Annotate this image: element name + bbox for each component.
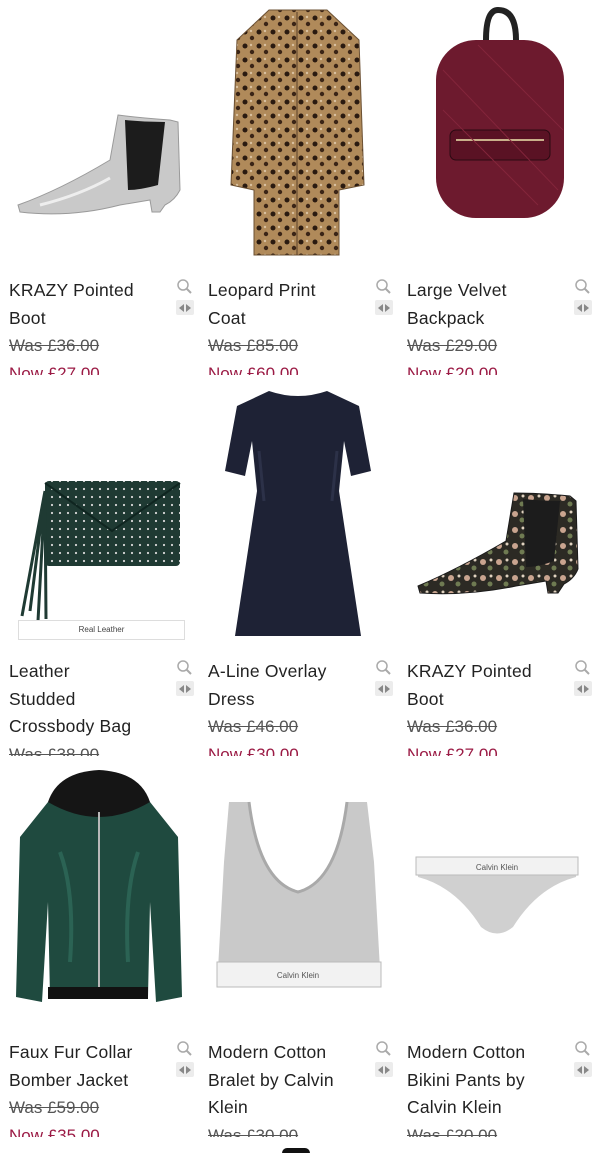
now-price: Now £27.00 (407, 744, 498, 757)
product-name-line[interactable]: Modern Cotton (407, 1039, 567, 1067)
zoom-icon[interactable] (375, 659, 391, 675)
leopard-coat-icon (230, 9, 365, 256)
was-price: Was £20.00 (407, 1125, 498, 1138)
product-card[interactable]: Calvin Klein Modern Cotton Bikini Pants … (398, 762, 596, 1142)
product-name-line[interactable]: Leopard Print (208, 277, 368, 305)
product-image[interactable] (0, 762, 198, 1027)
product-name-line[interactable]: Bikini Pants by (407, 1067, 567, 1095)
image-switch-arrows[interactable] (176, 681, 194, 696)
was-price: Was £85.00 (208, 336, 299, 355)
image-switch-arrows[interactable] (375, 681, 393, 696)
product-image[interactable] (0, 0, 198, 265)
product-name-line[interactable]: Modern Cotton (208, 1039, 368, 1067)
product-name-line[interactable]: Bralet by Calvin (208, 1067, 368, 1095)
product-name-line[interactable]: Bomber Jacket (9, 1067, 169, 1095)
image-switch-arrows[interactable] (375, 1062, 393, 1077)
grey-bikini-icon: Calvin Klein (415, 856, 579, 934)
was-price: Was £36.00 (407, 717, 498, 736)
silver-boot-icon (17, 114, 181, 215)
grey-bralet-icon: Calvin Klein (216, 801, 382, 988)
was-price: Was £36.00 (9, 336, 100, 355)
product-card[interactable]: KRAZY Pointed Boot Was £36.00 Now £27.00 (0, 0, 198, 380)
product-card[interactable]: Real Leather Leather Studded Crossbody B… (0, 381, 198, 761)
product-image[interactable] (199, 0, 397, 265)
zoom-icon[interactable] (176, 659, 192, 675)
studded-bag-icon (20, 481, 181, 622)
brand-band-text: Calvin Klein (476, 863, 518, 872)
zoom-icon[interactable] (574, 278, 590, 294)
image-switch-arrows[interactable] (176, 1062, 194, 1077)
product-card[interactable]: Leopard Print Coat Was £85.00 Now £60.00 (199, 0, 397, 380)
zoom-icon[interactable] (176, 1040, 192, 1056)
was-price: Was £29.00 (407, 336, 498, 355)
product-name-line[interactable]: A-Line Overlay (208, 658, 368, 686)
image-switch-arrows[interactable] (176, 300, 194, 315)
image-switch-arrows[interactable] (375, 300, 393, 315)
scroll-indicator (282, 1148, 310, 1153)
product-name-line[interactable]: Crossbody Bag (9, 713, 169, 741)
now-price: Now £20.00 (407, 363, 498, 376)
was-price: Was £30.00 (208, 1125, 299, 1138)
zoom-icon[interactable] (375, 1040, 391, 1056)
product-name-line[interactable]: Backpack (407, 305, 567, 333)
product-image[interactable]: Calvin Klein (199, 762, 397, 1027)
zoom-icon[interactable] (176, 278, 192, 294)
product-card[interactable]: Faux Fur Collar Bomber Jacket Was £59.00… (0, 762, 198, 1142)
product-image[interactable]: Real Leather (0, 381, 198, 646)
product-name-line[interactable]: KRAZY Pointed (9, 277, 169, 305)
now-price: Now £30.00 (208, 744, 299, 757)
product-name-line[interactable]: Boot (9, 305, 169, 333)
product-image[interactable] (199, 381, 397, 646)
product-image[interactable] (398, 381, 596, 646)
material-tag: Real Leather (18, 620, 185, 640)
product-name-line[interactable]: Leather (9, 658, 169, 686)
product-name-line[interactable]: Faux Fur Collar (9, 1039, 169, 1067)
zoom-icon[interactable] (574, 1040, 590, 1056)
product-name-line[interactable]: Large Velvet (407, 277, 567, 305)
brand-band-text: Calvin Klein (277, 971, 319, 980)
product-name-line[interactable]: Coat (208, 305, 368, 333)
navy-dress-icon (225, 391, 371, 636)
product-name-line[interactable]: Dress (208, 686, 368, 714)
image-switch-arrows[interactable] (574, 681, 592, 696)
now-price: Now £27.00 (9, 363, 100, 376)
floral-boot-icon (417, 492, 579, 595)
product-card[interactable]: A-Line Overlay Dress Was £46.00 Now £30.… (199, 381, 397, 761)
now-price: Now £60.00 (208, 363, 299, 376)
product-name-line[interactable]: KRAZY Pointed (407, 658, 567, 686)
product-name-line[interactable]: Studded (9, 686, 169, 714)
product-name-line[interactable]: Boot (407, 686, 567, 714)
product-image[interactable]: Calvin Klein (398, 762, 596, 1027)
velvet-backpack-icon (436, 6, 564, 218)
green-bomber-icon (16, 770, 182, 1002)
product-card[interactable]: KRAZY Pointed Boot Was £36.00 Now £27.00 (398, 381, 596, 761)
product-image[interactable] (398, 0, 596, 265)
product-name-line[interactable]: Klein (208, 1094, 368, 1122)
was-price: Was £38.00 (9, 744, 100, 757)
zoom-icon[interactable] (375, 278, 391, 294)
image-switch-arrows[interactable] (574, 1062, 592, 1077)
was-price: Was £59.00 (9, 1098, 100, 1117)
now-price: Now £35.00 (9, 1125, 100, 1138)
zoom-icon[interactable] (574, 659, 590, 675)
image-switch-arrows[interactable] (574, 300, 592, 315)
was-price: Was £46.00 (208, 717, 299, 736)
product-card[interactable]: Calvin Klein Modern Cotton Bralet by Cal… (199, 762, 397, 1142)
product-name-line[interactable]: Calvin Klein (407, 1094, 567, 1122)
product-card[interactable]: Large Velvet Backpack Was £29.00 Now £20… (398, 0, 596, 380)
